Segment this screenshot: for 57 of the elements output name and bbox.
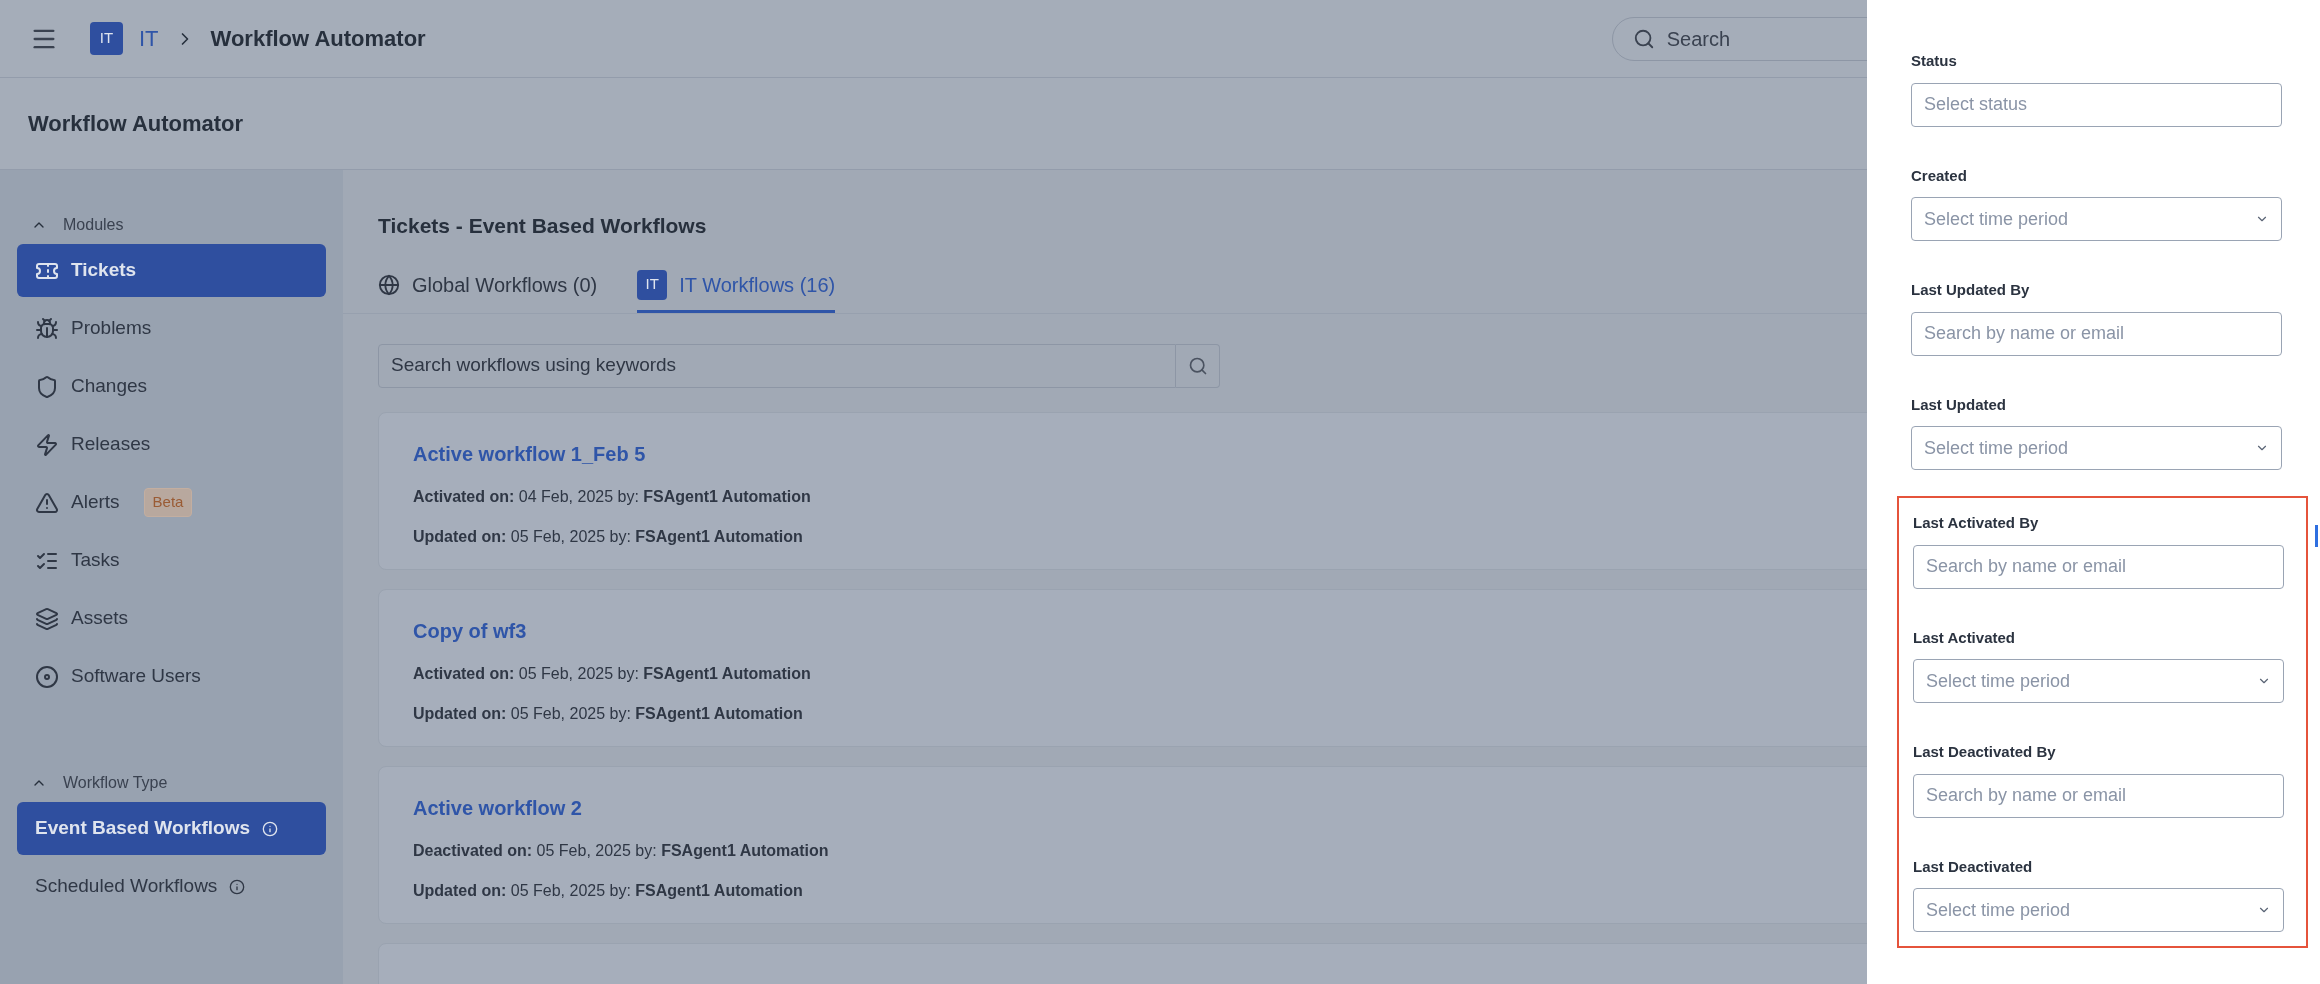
- workflow-meta: Activated on: 05 Feb, 2025 by: FSAgent1 Automation: [413, 663, 811, 684]
- workflow-title[interactable]: Active workflow 2: [413, 792, 582, 823]
- scroll-marker: [2315, 525, 2318, 547]
- input-field[interactable]: Search by name or email: [1911, 311, 2282, 356]
- section-title: Workflow Automator: [28, 110, 244, 138]
- sidebar-item[interactable]: Tasks: [17, 534, 326, 587]
- sidebar-item[interactable]: Scheduled Workflows: [17, 860, 326, 913]
- layers-icon: [35, 606, 59, 631]
- sidebar-item[interactable]: Assets: [17, 592, 326, 645]
- lightning-icon: [35, 432, 59, 457]
- workflow-title[interactable]: Copy of wf3: [413, 615, 527, 646]
- sidebar-heading: Modules: [63, 215, 124, 235]
- workflow-meta: Updated on: 05 Feb, 2025 by: FSAgent1 Automation: [413, 703, 803, 724]
- info-icon: [262, 820, 279, 837]
- shield-icon: [35, 374, 59, 399]
- sidebar-heading: Workflow Type: [63, 773, 168, 793]
- workflow-meta: Updated on: 05 Feb, 2025 by: FSAgent1 Automation: [413, 526, 803, 547]
- beta-badge: Beta: [143, 488, 193, 517]
- dropdown[interactable]: Select time period: [1911, 197, 2282, 241]
- workflow-meta: Updated on: 05 Feb, 2025 by: FSAgent1 Automation: [413, 880, 803, 901]
- tab[interactable]: IT IT Workflows (16): [637, 269, 836, 313]
- page-title: Workflow Automator: [210, 25, 426, 53]
- module-badge: IT: [90, 22, 123, 55]
- field-label: Created: [1911, 165, 1967, 186]
- warning-icon: [35, 490, 59, 515]
- sidebar-item[interactable]: Changes: [17, 360, 326, 413]
- disc-icon: [35, 664, 59, 689]
- search-button[interactable]: [1176, 343, 1220, 388]
- globe-icon: [378, 273, 400, 296]
- sidebar-item[interactable]: Alerts Beta: [17, 476, 326, 529]
- page-heading: Tickets - Event Based Workflows: [378, 213, 707, 239]
- workflow-meta: Activated on: 04 Feb, 2025 by: FSAgent1 Automation: [413, 486, 811, 507]
- sidebar-item[interactable]: Event Based Workflows: [17, 802, 326, 855]
- dropdown[interactable]: Select time period: [1911, 426, 2282, 470]
- sidebar-item[interactable]: Releases: [17, 418, 326, 471]
- search-field[interactable]: Search workflows using keywords: [378, 343, 1176, 388]
- search-icon: [1187, 355, 1208, 376]
- dropdown[interactable]: Select time period: [1913, 659, 2284, 703]
- bug-icon: [35, 316, 59, 341]
- field-label: Last Deactivated: [1913, 856, 2033, 877]
- workflow-meta: Deactivated on: 05 Feb, 2025 by: FSAgent1 Automation: [413, 840, 829, 861]
- search-icon: [1632, 27, 1655, 50]
- breadcrumb-link[interactable]: IT: [139, 22, 159, 55]
- sidebar-item[interactable]: Software Users: [17, 650, 326, 703]
- workflow-title[interactable]: Active workflow 1_Feb 5: [413, 438, 646, 469]
- tab[interactable]: Global Workflows (0): [378, 269, 598, 313]
- tab-badge: IT: [637, 269, 668, 300]
- input-field[interactable]: Search by name or email: [1913, 544, 2284, 589]
- info-icon: [229, 878, 246, 895]
- dropdown[interactable]: Select time period: [1913, 888, 2284, 932]
- sidebar-item[interactable]: Problems: [17, 302, 326, 355]
- field-label: Last Activated By: [1913, 513, 2039, 533]
- sidebar-item[interactable]: Tickets: [17, 244, 326, 297]
- input-field[interactable]: Search by name or email: [1913, 773, 2284, 818]
- field-label: Last Activated: [1913, 627, 2015, 648]
- field-label: Last Updated By: [1911, 280, 2030, 300]
- input-field[interactable]: Select status: [1911, 82, 2282, 127]
